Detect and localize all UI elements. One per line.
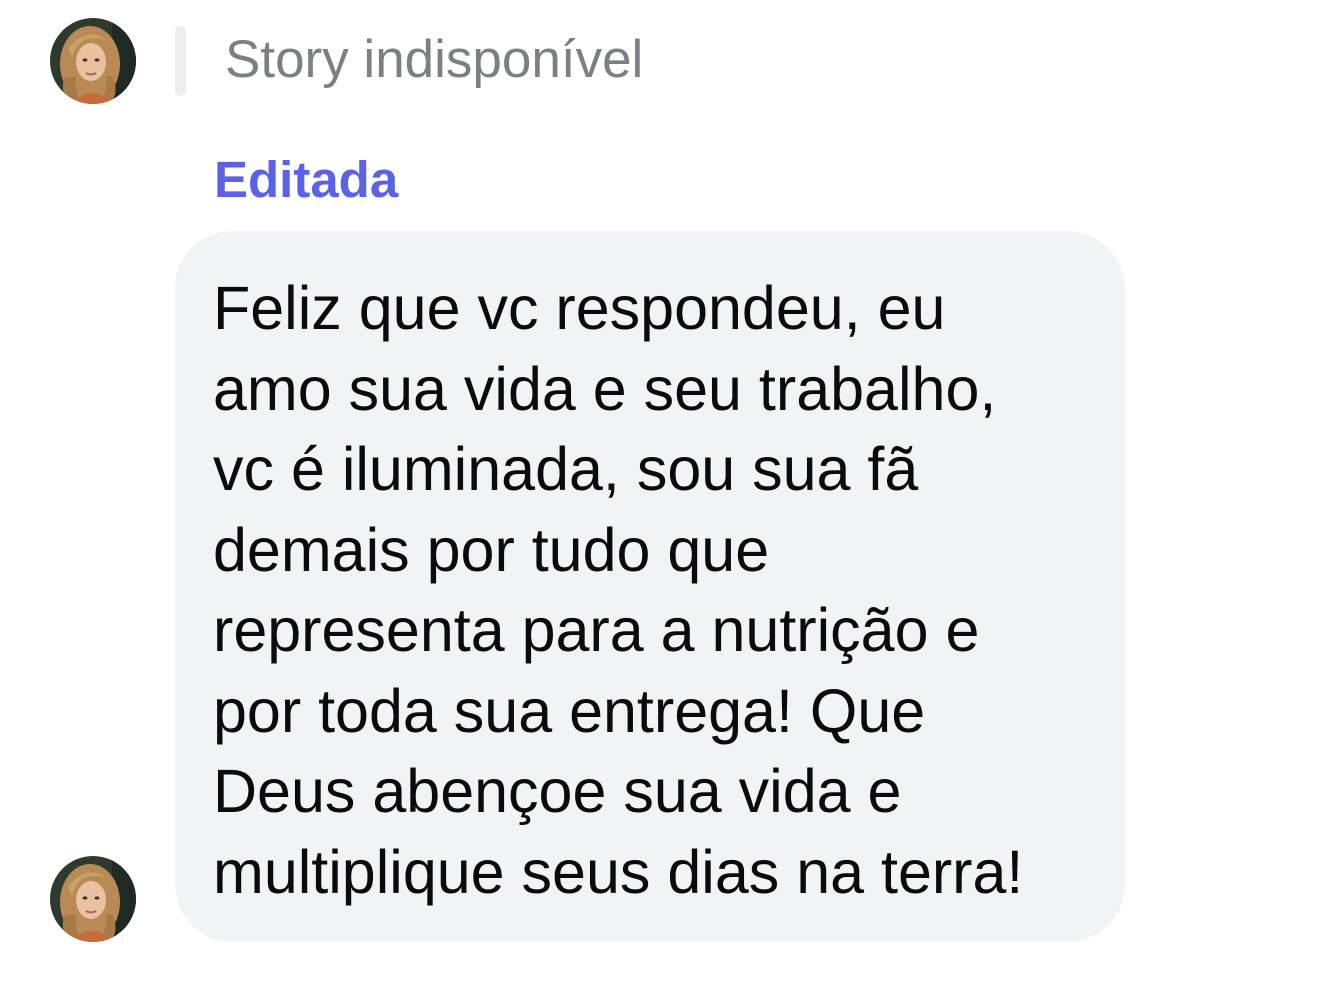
profile-photo-icon: [50, 856, 136, 942]
edited-label[interactable]: Editada: [214, 150, 398, 210]
message-line: vc é iluminada, sou sua fã: [213, 435, 919, 503]
message-line: amo sua vida e seu trabalho,: [213, 354, 997, 423]
story-unavailable-label[interactable]: Story indisponível: [225, 30, 643, 90]
message-line: multiplique seus dias na terra!: [213, 837, 1024, 906]
profile-photo-icon: [50, 18, 136, 104]
message-line: representa para a nutrição e: [213, 596, 980, 664]
message-line: Deus abençoe sua vida e: [213, 757, 902, 825]
message-sender-avatar[interactable]: [50, 856, 136, 942]
story-reply-indicator-bar: [175, 26, 186, 96]
message-line: demais por tudo que: [213, 515, 770, 584]
message-line: Feliz que vc respondeu, eu: [213, 274, 946, 342]
message-line: por toda sua entrega! Que: [213, 676, 926, 745]
message-text: Feliz que vc respondeu, eu amo sua vida …: [213, 268, 1113, 912]
sender-avatar[interactable]: [50, 18, 136, 104]
